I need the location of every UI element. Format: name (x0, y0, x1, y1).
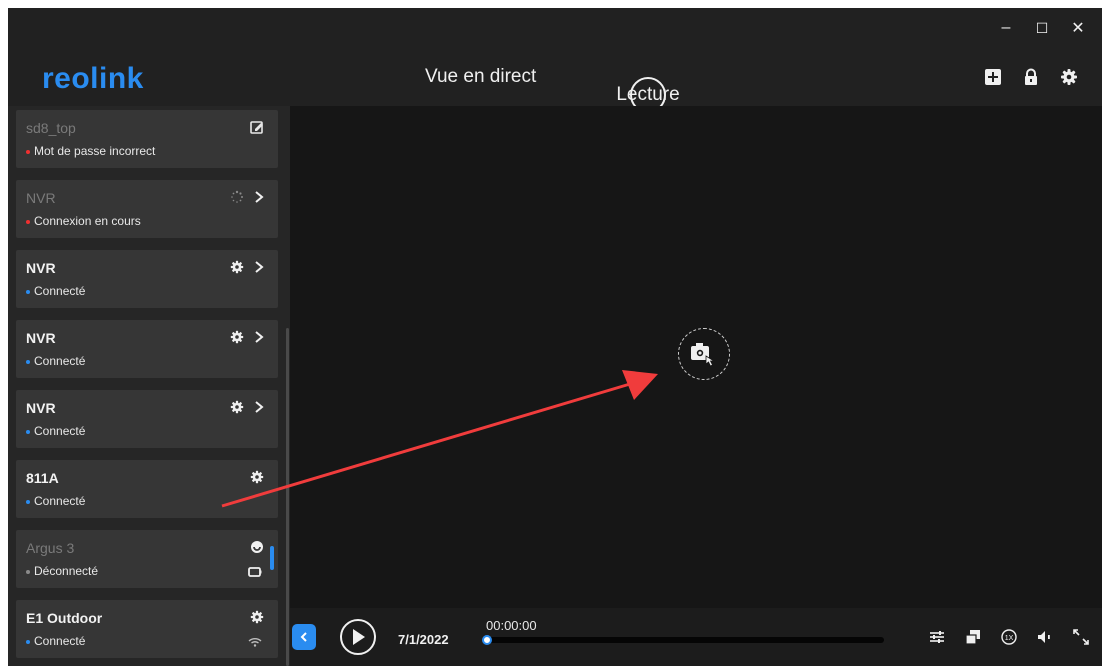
tab-live-view[interactable]: Vue en direct (425, 66, 536, 88)
device-card-e1-outdoor[interactable]: E1 Outdoor Connecté (16, 600, 278, 658)
status-dot (26, 149, 30, 154)
device-name: 811A (26, 470, 59, 486)
device-status: Connecté (26, 354, 85, 368)
chevron-right-icon[interactable] (254, 401, 264, 413)
device-icons (250, 470, 264, 484)
device-card-811a[interactable]: 811A Connecté (16, 460, 278, 518)
settings-icon[interactable] (1060, 68, 1078, 86)
playback-video-area (290, 106, 1102, 608)
gear-icon[interactable] (250, 470, 264, 484)
edit-icon[interactable] (250, 120, 264, 134)
device-status: Connecté (26, 284, 85, 298)
device-icons (250, 610, 264, 624)
status-dot (26, 499, 30, 504)
gear-icon[interactable] (250, 610, 264, 624)
device-icons (230, 400, 264, 414)
device-status-text: Connecté (34, 494, 86, 508)
timeline-slider[interactable] (482, 635, 884, 645)
device-status-text: Déconnecté (34, 564, 99, 578)
device-icons (230, 260, 264, 274)
device-name: NVR (26, 260, 56, 276)
window-controls: – ☐ ✕ (996, 18, 1088, 38)
gear-icon[interactable] (230, 260, 244, 274)
wifi-icon (248, 638, 262, 647)
device-card-nvr-1[interactable]: NVR Connecté (16, 250, 278, 308)
device-card-nvr-connecting[interactable]: NVR Connexion en cours (16, 180, 278, 238)
lock-icon[interactable] (1022, 68, 1040, 86)
multi-window-icon[interactable] (964, 628, 982, 646)
playback-time: 00:00:00 (486, 618, 537, 633)
device-status-text: Connecté (34, 424, 86, 438)
chevron-left-icon (300, 632, 307, 642)
header-icons (984, 68, 1078, 86)
device-status: Connecté (26, 424, 85, 438)
status-dot (26, 569, 30, 574)
speed-1x-icon[interactable]: 1X (1000, 628, 1018, 646)
device-name: NVR (26, 190, 56, 206)
device-name: NVR (26, 400, 56, 416)
device-status: Mot de passe incorrect (26, 144, 155, 158)
close-button[interactable]: ✕ (1068, 18, 1088, 38)
loading-icon (231, 190, 243, 203)
device-name: E1 Outdoor (26, 610, 103, 626)
snapshot-icon (691, 343, 716, 367)
status-dot (26, 219, 30, 224)
status-dot (26, 429, 30, 434)
svg-text:1X: 1X (1005, 635, 1014, 642)
timeline-knob[interactable] (482, 635, 492, 645)
maximize-button[interactable]: ☐ (1032, 18, 1052, 38)
device-status-text: Mot de passe incorrect (34, 144, 156, 158)
add-icon[interactable] (984, 68, 1002, 86)
device-name: sd8_top (26, 120, 76, 136)
device-name: Argus 3 (26, 540, 75, 556)
device-list-sidebar: sd8_top Mot de passe incorrect NVR Conne… (8, 106, 290, 666)
sleep-icon (251, 541, 263, 553)
settings-sliders-icon[interactable] (928, 628, 946, 646)
device-icons (230, 190, 264, 204)
device-icons (250, 540, 264, 554)
device-card-nvr-3[interactable]: NVR Connecté (16, 390, 278, 448)
gear-icon[interactable] (230, 330, 244, 344)
collapse-sidebar-button[interactable] (292, 624, 316, 650)
device-card-argus-3[interactable]: Argus 3 Déconnecté (16, 530, 278, 588)
device-card-sd8-top[interactable]: sd8_top Mot de passe incorrect (16, 110, 278, 168)
status-dot (26, 359, 30, 364)
device-icons (230, 330, 264, 344)
device-status-text: Connecté (34, 284, 86, 298)
status-dot (26, 639, 30, 644)
chevron-right-icon[interactable] (254, 261, 264, 273)
minimize-button[interactable]: – (996, 18, 1016, 38)
main-tabs: Vue en direct Lecture (8, 66, 1102, 113)
device-icons-secondary (248, 564, 262, 582)
device-status-text: Connecté (34, 634, 86, 648)
battery-icon (248, 567, 262, 577)
device-status: Connexion en cours (26, 214, 141, 228)
gear-icon[interactable] (230, 400, 244, 414)
reolink-app-window: – ☐ ✕ reolink Vue en direct Lecture sd8_… (8, 8, 1102, 666)
playback-controls-bar: 7/1/2022 00:00:00 1X (290, 608, 1102, 666)
sidebar-scrollbar[interactable] (286, 328, 289, 666)
chevron-right-icon[interactable] (254, 331, 264, 343)
playback-tools: 1X (928, 628, 1090, 646)
device-icons-secondary (248, 634, 262, 652)
device-status-text: Connecté (34, 354, 86, 368)
selection-indicator (270, 546, 274, 570)
device-status: Connecté (26, 494, 85, 508)
play-button[interactable] (340, 619, 376, 655)
status-dot (26, 289, 30, 294)
playback-date[interactable]: 7/1/2022 (398, 632, 449, 647)
play-icon (353, 629, 365, 645)
chevron-right-icon[interactable] (254, 191, 264, 203)
snapshot-button[interactable] (678, 328, 730, 380)
volume-icon[interactable] (1036, 628, 1054, 646)
device-name: NVR (26, 330, 56, 346)
device-status: Déconnecté (26, 564, 98, 578)
device-card-nvr-2[interactable]: NVR Connecté (16, 320, 278, 378)
device-status: Connecté (26, 634, 85, 648)
device-status-text: Connexion en cours (34, 214, 141, 228)
header-bar: – ☐ ✕ reolink Vue en direct Lecture (8, 8, 1102, 113)
device-icons (250, 120, 264, 134)
fullscreen-icon[interactable] (1072, 628, 1090, 646)
